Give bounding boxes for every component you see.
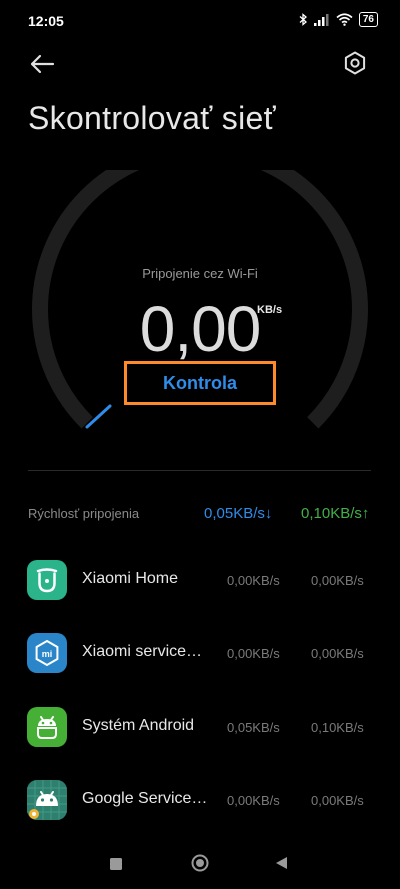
- app-name: Xiaomi Home: [82, 570, 179, 587]
- app-item-xiaomi-service[interactable]: mi Xiaomi service… 0,00KB/s 0,00KB/s: [0, 633, 400, 693]
- check-button-label: Kontrola: [163, 372, 237, 393]
- page-title: Skontrolovať sieť: [28, 100, 276, 136]
- status-bar: 12:05 76: [0, 0, 400, 40]
- app-name: Systém Android: [82, 717, 195, 734]
- app-download: 0,00KB/s: [227, 793, 280, 808]
- speed-value: 0,00: [139, 293, 262, 365]
- signal-icon: [313, 13, 329, 26]
- back-nav-button[interactable]: [275, 856, 288, 875]
- navigation-bar: [0, 840, 400, 889]
- divider: [28, 470, 371, 471]
- app-upload: 0,00KB/s: [311, 573, 364, 588]
- app-download: 0,05KB/s: [227, 720, 280, 735]
- battery-indicator: 76: [358, 12, 378, 27]
- speed-readout: 0,00 KB/s: [0, 292, 400, 366]
- speed-unit: KB/s: [257, 304, 283, 316]
- app-name: Google Service…: [82, 790, 208, 807]
- home-button[interactable]: [191, 854, 209, 877]
- circle-icon: [191, 854, 209, 872]
- app-download: 0,00KB/s: [227, 573, 280, 588]
- android-system-icon: [27, 707, 67, 747]
- app-upload: 0,10KB/s: [311, 720, 364, 735]
- app-item-google-services[interactable]: Google Service… 0,00KB/s 0,00KB/s: [0, 780, 400, 840]
- status-icons: 76: [299, 12, 378, 27]
- connection-type-label: Pripojenie cez Wi-Fi: [142, 266, 258, 281]
- app-upload: 0,00KB/s: [311, 646, 364, 661]
- status-time: 12:05: [28, 13, 64, 29]
- xiaomi-home-icon: [27, 560, 67, 600]
- app-name: Xiaomi service…: [82, 643, 203, 660]
- app-download: 0,00KB/s: [227, 646, 280, 661]
- back-arrow-icon: [30, 54, 55, 74]
- svg-text:mi: mi: [42, 649, 53, 659]
- recents-button[interactable]: [110, 857, 122, 875]
- app-upload: 0,00KB/s: [311, 793, 364, 808]
- header: [0, 44, 400, 84]
- download-speed: 0,05KB/s↓: [204, 505, 273, 522]
- google-services-icon: [27, 780, 67, 820]
- gear-icon: [344, 51, 366, 75]
- connection-speed-label: Rýchlosť pripojenia: [28, 506, 140, 521]
- check-button[interactable]: Kontrola: [124, 361, 276, 405]
- xiaomi-service-icon: mi: [27, 633, 67, 673]
- wifi-icon: [336, 13, 353, 26]
- app-item-xiaomi-home[interactable]: Xiaomi Home 0,00KB/s 0,00KB/s: [0, 560, 400, 620]
- triangle-back-icon: [276, 857, 287, 869]
- connection-speed-row: Rýchlosť pripojenia 0,05KB/s↓ 0,10KB/s↑: [28, 505, 378, 526]
- upload-speed: 0,10KB/s↑: [301, 505, 370, 522]
- square-icon: [110, 858, 122, 870]
- app-item-android-system[interactable]: Systém Android 0,05KB/s 0,10KB/s: [0, 707, 400, 767]
- settings-button[interactable]: [342, 50, 368, 76]
- back-button[interactable]: [28, 52, 56, 76]
- bluetooth-icon: [299, 13, 307, 26]
